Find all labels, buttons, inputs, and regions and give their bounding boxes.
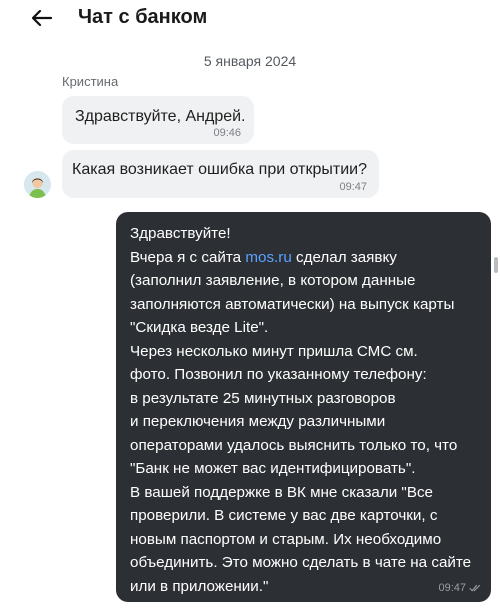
outgoing-message: Здравствуйте! Вчера я с сайта mos.ru сде… xyxy=(116,212,491,602)
message-line: заполняются автоматически) на выпуск кар… xyxy=(130,295,455,313)
message-text-part: сделал заявку xyxy=(291,248,397,266)
message-line: Вчера я с сайта mos.ru сделал заявку xyxy=(130,246,480,270)
message-line: Через несколько минут пришла СМС см. xyxy=(130,342,418,360)
message-line: и переключения между различными xyxy=(130,413,386,430)
chat-header: Чат с банком xyxy=(0,0,500,38)
scrollbar-thumb[interactable] xyxy=(494,257,498,273)
back-button[interactable] xyxy=(28,4,56,32)
operator-avatar-icon xyxy=(24,171,51,198)
message-line: объединить. Это можно сделать в чате на … xyxy=(130,554,472,571)
message-line: операторами удалось выяснить только то, … xyxy=(130,436,458,454)
message-line: (заполнил заявление, в котором данные xyxy=(130,272,416,289)
message-text: Здравствуйте, Андрей. xyxy=(75,108,246,125)
message-time: 09:47 xyxy=(339,181,367,193)
mos-ru-link[interactable]: mos.ru xyxy=(245,249,291,266)
message-text-part: Вчера я с сайта xyxy=(130,248,246,266)
message-meta: 09:47 xyxy=(438,582,481,594)
message-line: Здравствуйте! xyxy=(130,225,231,242)
message-line: фото. Позвонил по указанному телефону: xyxy=(130,366,427,383)
message-line: новым паспортом и старым. Их необходимо xyxy=(130,530,442,548)
sender-name: Кристина xyxy=(62,74,119,89)
message-text: Здравствуйте! Вчера я с сайта mos.ru сде… xyxy=(130,222,480,598)
page-title: Чат с банком xyxy=(78,6,208,28)
message-time: 09:47 xyxy=(438,582,466,594)
message-line: в результате 25 минутных разговоров xyxy=(130,389,396,407)
message-text: Какая возникает ошибка при открытии? xyxy=(72,161,367,178)
avatar[interactable] xyxy=(24,171,51,198)
message-line: проверили. В системе у вас две карточки,… xyxy=(130,507,438,524)
message-line: "Банк не может вас идентифицировать". xyxy=(130,460,416,477)
message-time: 09:46 xyxy=(213,127,241,139)
incoming-message: Здравствуйте, Андрей. 09:46 xyxy=(62,96,254,144)
message-line: "Скидка везде Lite". xyxy=(130,319,269,336)
double-check-icon xyxy=(469,584,481,592)
arrow-left-icon xyxy=(32,10,52,26)
date-separator: 5 января 2024 xyxy=(203,53,297,69)
message-line: В вашей поддержке в ВК мне сказали "Все xyxy=(130,483,433,501)
incoming-message: Какая возникает ошибка при открытии? 09:… xyxy=(62,150,379,198)
message-line: или в приложении." xyxy=(130,577,269,595)
